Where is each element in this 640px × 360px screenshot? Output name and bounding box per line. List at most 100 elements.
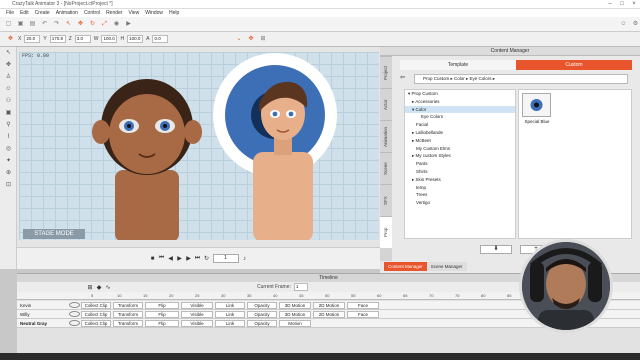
tree-item[interactable]: ▸ Accessories xyxy=(405,98,515,106)
track-toggle-icon[interactable] xyxy=(69,320,80,326)
side-tab-actor[interactable]: Actor xyxy=(380,88,392,120)
back-icon[interactable]: ⇦ xyxy=(400,74,405,81)
side-tab-project[interactable]: Project xyxy=(380,56,392,88)
volume-icon[interactable]: ♪ xyxy=(242,256,248,262)
camera-icon[interactable]: ◉ xyxy=(112,20,121,29)
zoom-tool-icon[interactable]: ⊕ xyxy=(0,167,17,179)
select-tool-icon[interactable]: ↖ xyxy=(0,47,17,59)
motion-tool-icon[interactable]: ⚇ xyxy=(0,95,17,107)
tree-item[interactable]: My Custom Elms xyxy=(405,145,515,153)
menu-file[interactable]: File xyxy=(6,10,14,16)
track-cell[interactable]: Opacity xyxy=(247,320,277,327)
undo-icon[interactable]: ↶ xyxy=(40,20,49,29)
track-cell[interactable]: 2D Motion xyxy=(313,311,345,318)
z-field[interactable]: 3.0 xyxy=(74,35,91,43)
thumbnail-special-blue[interactable] xyxy=(522,93,551,117)
track-cell[interactable]: Transform xyxy=(113,311,143,318)
tab-template[interactable]: Template xyxy=(400,60,516,70)
settings-icon[interactable]: ⚙ xyxy=(631,20,640,29)
x-field[interactable]: 20.0 xyxy=(24,35,41,43)
y-field[interactable]: 170.8 xyxy=(49,35,66,43)
track-cell[interactable]: Face xyxy=(347,302,379,309)
side-tab-sfx[interactable]: SFX xyxy=(380,184,392,216)
menu-view[interactable]: View xyxy=(128,10,139,16)
select-icon[interactable]: ↖ xyxy=(64,20,73,29)
track-cell[interactable]: Link xyxy=(215,320,245,327)
kevin-character[interactable] xyxy=(92,79,202,240)
track-cell[interactable]: Collect Clip xyxy=(81,302,111,309)
track-cell[interactable]: Flip xyxy=(145,320,179,327)
face-tool-icon[interactable]: ☺ xyxy=(0,83,17,95)
tree-item[interactable]: ▸ Lalliobellande xyxy=(405,129,515,137)
tree-item[interactable]: Trees xyxy=(405,191,515,199)
maximize-button[interactable]: □ xyxy=(616,0,628,8)
light-tool-icon[interactable]: ✦ xyxy=(0,155,17,167)
bone-tool-icon[interactable]: ⚲ xyxy=(0,119,17,131)
track-cell[interactable]: 3D Motion xyxy=(279,311,311,318)
first-frame-icon[interactable]: ⏮ xyxy=(159,255,165,262)
tree-item[interactable]: ▾ Prop Custom xyxy=(405,90,515,98)
user-icon[interactable]: ☺ xyxy=(619,20,628,29)
tree-item[interactable]: Facial xyxy=(405,121,515,129)
tab-content-manager[interactable]: Content Manager xyxy=(384,262,427,271)
tree-item[interactable]: ▸ McBeet xyxy=(405,137,515,145)
menu-help[interactable]: Help xyxy=(169,10,179,16)
tree-item[interactable]: ▾ Color xyxy=(405,105,515,114)
menu-edit[interactable]: Edit xyxy=(20,10,29,16)
track-cell[interactable]: Face xyxy=(347,311,379,318)
move-icon[interactable]: ✥ xyxy=(76,20,85,29)
path-tool-icon[interactable]: ⌇ xyxy=(0,131,17,143)
menu-control[interactable]: Control xyxy=(84,10,100,16)
track-cell[interactable]: Flip xyxy=(145,302,179,309)
track-cell[interactable]: Flip xyxy=(145,311,179,318)
last-frame-icon[interactable]: ⏭ xyxy=(195,255,201,262)
tree-item[interactable]: Vertigo xyxy=(405,199,515,207)
w-field[interactable]: 100.0 xyxy=(101,35,118,43)
play-icon[interactable]: ▶ xyxy=(177,255,183,262)
tab-scene-manager[interactable]: Scene Manager xyxy=(426,262,467,271)
pan-tool-icon[interactable]: ✥ xyxy=(0,59,17,71)
move-tool-icon[interactable]: ✥ xyxy=(246,35,255,44)
tree-item[interactable]: ▸ My custom Styles xyxy=(405,152,515,160)
minimize-button[interactable]: – xyxy=(604,0,616,8)
menu-animation[interactable]: Animation xyxy=(56,10,78,16)
track-cell[interactable]: Link xyxy=(215,311,245,318)
content-path-bar[interactable]: Prop Custom ▸ Color ▸ Eye Colors ▸ xyxy=(414,74,628,84)
current-frame-field[interactable]: 1 xyxy=(293,283,308,291)
tree-item[interactable]: Shirts xyxy=(405,168,515,176)
stage-canvas[interactable]: FPS: 0.00 STAGE MODE xyxy=(19,52,379,240)
track-cell[interactable]: Visible xyxy=(181,302,213,309)
frame-field[interactable]: 1 xyxy=(212,254,239,263)
timeline-key-icon[interactable]: ◆ xyxy=(96,284,102,291)
tree-item[interactable]: temp xyxy=(405,184,515,192)
track-toggle-icon[interactable] xyxy=(69,311,80,317)
track-cell[interactable]: Visible xyxy=(181,311,213,318)
tab-custom[interactable]: Custom xyxy=(516,60,632,70)
track-cell[interactable]: Motion xyxy=(279,320,311,327)
download-icon[interactable]: ⬇ xyxy=(480,245,512,254)
timeline-curve-icon[interactable]: ∿ xyxy=(105,284,111,291)
menu-window[interactable]: Window xyxy=(145,10,163,16)
track-cell[interactable]: Opacity xyxy=(247,302,277,309)
track-cell[interactable]: Collect Clip xyxy=(81,311,111,318)
track-cell[interactable]: Opacity xyxy=(247,311,277,318)
person-tool-icon[interactable]: ♙ xyxy=(0,71,17,83)
tree-item[interactable]: ▸ Skin Presets xyxy=(405,176,515,184)
side-tab-prop[interactable]: Prop xyxy=(380,216,392,248)
sprite-tool-icon[interactable]: ▣ xyxy=(0,107,17,119)
track-toggle-icon[interactable] xyxy=(69,302,80,308)
next-frame-icon[interactable]: ▶ xyxy=(186,255,192,262)
a-field[interactable]: 0.0 xyxy=(152,35,169,43)
track-cell[interactable]: Transform xyxy=(113,320,143,327)
save-icon[interactable]: ▤ xyxy=(28,20,37,29)
align-icon[interactable]: ⊞ xyxy=(258,35,267,44)
camera-tool-icon[interactable]: ◎ xyxy=(0,143,17,155)
rotate-icon[interactable]: ↻ xyxy=(88,20,97,29)
stop-icon[interactable]: ■ xyxy=(150,256,156,262)
scale-icon[interactable]: ⤢ xyxy=(100,20,109,29)
side-tab-animation[interactable]: Animation xyxy=(380,120,392,152)
menu-create[interactable]: Create xyxy=(35,10,50,16)
track-cell[interactable]: Collect Clip xyxy=(81,320,111,327)
flip-icon[interactable]: ⌄ xyxy=(234,35,243,44)
side-tab-scene[interactable]: Scene xyxy=(380,152,392,184)
